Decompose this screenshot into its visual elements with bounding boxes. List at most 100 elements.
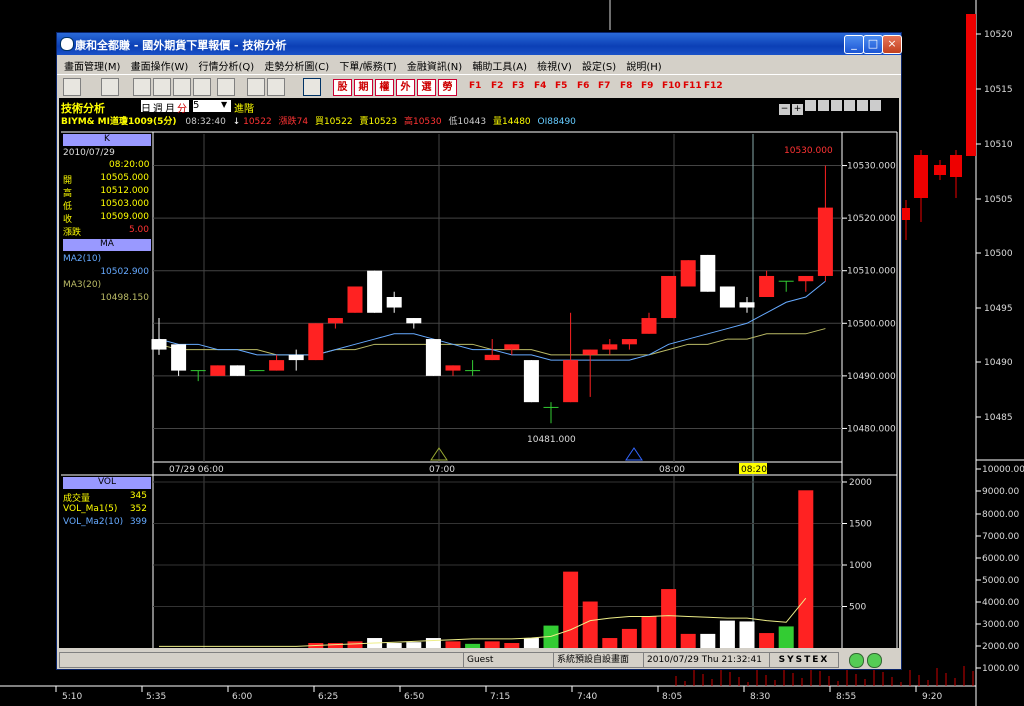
- price-axis: 10530.000 10520.000 10510.000 10500.000 1049…: [842, 162, 896, 434]
- fkey-button[interactable]: F8: [620, 81, 632, 91]
- menu-item[interactable]: 走勢分析圖(C): [264, 58, 329, 73]
- crosshair-time-label: 08:20: [741, 465, 767, 475]
- status-brand: SYSTEX: [769, 652, 839, 668]
- candle-body: [406, 318, 422, 324]
- fkey-button[interactable]: F4: [534, 81, 546, 91]
- bg-time-tick: 8:30: [750, 692, 771, 702]
- minimize-button[interactable]: _: [844, 35, 864, 54]
- bg-time-tick: 5:35: [146, 692, 167, 702]
- menu-item[interactable]: 輔助工具(A): [472, 58, 527, 73]
- chart-icon[interactable]: [153, 78, 171, 96]
- candle-body: [680, 260, 696, 287]
- bg-tick-label: 2000.00: [982, 642, 1019, 652]
- fkey-button[interactable]: F2: [491, 81, 503, 91]
- bg-candle: [966, 14, 976, 156]
- fkey-button[interactable]: F1: [469, 81, 481, 91]
- price-tick-label: 10520.000: [847, 214, 896, 224]
- bg-tick-label: 10485: [984, 413, 1013, 423]
- bg-time-tick: 6:50: [404, 692, 425, 702]
- options-button[interactable]: 權: [375, 79, 394, 96]
- fkey-button[interactable]: F5: [555, 81, 567, 91]
- globe-icon[interactable]: [217, 78, 235, 96]
- title-bar[interactable]: 康和全都賺 - 國外期貨下單報價 - 技術分析 _ □ ×: [57, 33, 902, 55]
- bg-time-tick: 7:40: [577, 692, 598, 702]
- fkey-button[interactable]: F9: [641, 81, 653, 91]
- candle-body: [759, 275, 775, 297]
- candle-body: [484, 354, 500, 361]
- close-button[interactable]: ×: [882, 35, 902, 54]
- high-annotation: 10530.000: [784, 146, 833, 156]
- time-tick-label: 07/29 06:00: [169, 465, 224, 475]
- status-user: Guest: [463, 652, 555, 668]
- volume-bar: [739, 621, 755, 648]
- sell-signal-marker: [625, 447, 643, 461]
- link-icon[interactable]: [247, 78, 265, 96]
- volume-bar: [523, 638, 539, 648]
- fkey-button[interactable]: F6: [577, 81, 589, 91]
- chart-content: 技術分析 日 週 月 分 5 ▼ 進階 − + BIYM& MI道瓊1009(5分…: [59, 98, 899, 648]
- volume-bar: [465, 643, 481, 648]
- bg-tick-label: 6000.00: [982, 554, 1019, 564]
- menu-item[interactable]: 說明(H): [626, 58, 661, 73]
- price-tick-label: 10500.000: [847, 319, 896, 329]
- bg-tick-label: 10495: [984, 304, 1013, 314]
- candle-body: [641, 318, 657, 334]
- time-tick-label: 08:00: [659, 465, 685, 475]
- price-chart[interactable]: 10530.000 10520.000 10510.000 10500.000 1049…: [59, 98, 899, 648]
- fkey-button[interactable]: F12: [704, 81, 723, 91]
- volume-axis: 2000 1500 1000 500: [842, 478, 872, 613]
- bg-tick-label: 1000.00: [982, 664, 1019, 674]
- volume-bar: [759, 633, 775, 648]
- bg-tick-label: 10510: [984, 140, 1013, 150]
- candle-body: [582, 349, 598, 355]
- bg-tick-label: 10490: [984, 358, 1013, 368]
- search-icon[interactable]: [133, 78, 151, 96]
- status-datetime: 2010/07/29 Thu 21:32:41: [643, 652, 771, 668]
- futures-button[interactable]: 期: [354, 79, 373, 96]
- fkey-button[interactable]: F11: [683, 81, 702, 91]
- menu-item[interactable]: 下單/帳務(T): [339, 58, 396, 73]
- candle-body: [700, 254, 716, 292]
- select-button[interactable]: 選: [417, 79, 436, 96]
- print-icon[interactable]: [101, 78, 119, 96]
- candle-body: [367, 270, 383, 313]
- menu-item[interactable]: 畫面操作(W): [131, 58, 189, 73]
- candle-body: [661, 275, 677, 319]
- main-window: 康和全都賺 - 國外期貨下單報價 - 技術分析 _ □ × 畫面管理(M) 畫面…: [56, 32, 902, 670]
- window-icon[interactable]: [267, 78, 285, 96]
- menu-item[interactable]: 畫面管理(M): [64, 58, 120, 73]
- bg-time-tick: 9:20: [922, 692, 943, 702]
- fkey-button[interactable]: F10: [662, 81, 681, 91]
- labor-button[interactable]: 勞: [438, 79, 457, 96]
- status-bar: Guest 系統預設自設畫面 2010/07/29 Thu 21:32:41 S…: [57, 650, 901, 669]
- menu-item[interactable]: 設定(S): [582, 58, 616, 73]
- menu-item[interactable]: 檢視(V): [537, 58, 572, 73]
- volume-tick-label: 2000: [849, 478, 872, 488]
- foreign-button[interactable]: 外: [396, 79, 415, 96]
- menu-item[interactable]: 金融資訊(N): [407, 58, 462, 73]
- candle-body: [563, 360, 579, 403]
- volume-bar: [719, 620, 735, 648]
- split-icon[interactable]: [193, 78, 211, 96]
- volume-bar: [700, 633, 716, 648]
- volume-bar: [602, 638, 618, 648]
- bg-time-tick: 6:25: [318, 692, 339, 702]
- bg-time-tick: 7:15: [490, 692, 511, 702]
- price-tick-label: 10490.000: [847, 372, 896, 382]
- candle-body: [210, 365, 226, 376]
- price-tick-label: 10480.000: [847, 424, 896, 434]
- fkey-button[interactable]: F7: [598, 81, 610, 91]
- volume-bar: [425, 638, 441, 648]
- maximize-button[interactable]: □: [863, 35, 883, 54]
- table-icon[interactable]: [173, 78, 191, 96]
- candle-body: [171, 344, 187, 371]
- volume-bar: [563, 571, 579, 648]
- layout-icon[interactable]: [63, 78, 81, 96]
- fkey-button[interactable]: F3: [512, 81, 524, 91]
- menu-item[interactable]: 行情分析(Q): [199, 58, 255, 73]
- logo-icon[interactable]: [303, 78, 321, 96]
- price-tick-label: 10530.000: [847, 162, 896, 172]
- status-screen: 系統預設自設畫面: [553, 652, 645, 668]
- volume-bar: [445, 641, 461, 648]
- stock-button[interactable]: 股: [333, 79, 352, 96]
